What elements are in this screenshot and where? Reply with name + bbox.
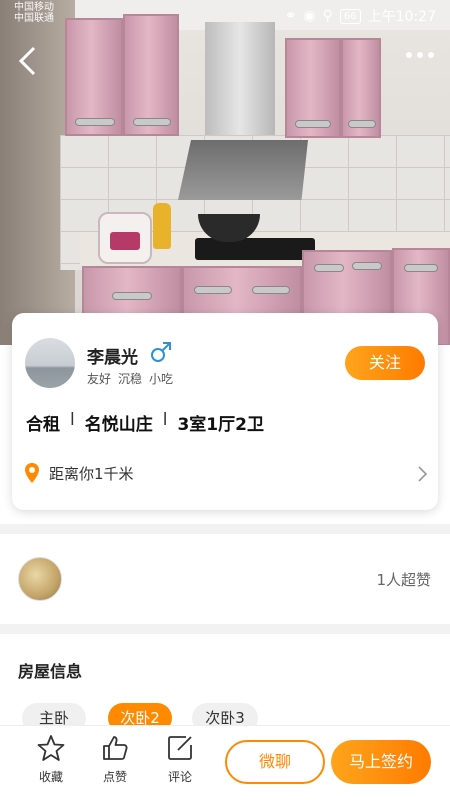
house-photo[interactable] [0,0,450,345]
status-right: ⚭ ◉ ⚲ 66 上午10:27 [285,6,436,26]
house-summary: 合租 l 名悦山庄 l 3室1厅2卫 [26,410,264,435]
male-symbol-icon [149,340,173,364]
photo-hood-chimney [205,22,275,142]
favorite-label: 收藏 [38,770,63,784]
chat-button[interactable]: 微聊 [225,740,325,784]
thumbs-up-icon [103,736,128,760]
photo-cabinet [285,38,341,138]
section-divider [0,624,450,634]
separator: l [162,410,168,430]
star-icon [37,735,65,761]
photo-cabinet [123,14,179,136]
sign-now-button[interactable]: 马上签约 [331,740,431,784]
favorite-button[interactable]: 收藏 [31,734,71,785]
location-row[interactable]: 距离你1千米 [24,459,428,489]
tag: 小吃 [149,372,174,386]
user-tags: 友好 沉稳 小吃 [87,370,173,387]
back-arrow-icon[interactable] [16,45,40,77]
avatar[interactable] [25,338,75,388]
comment-button[interactable]: 评论 [160,734,200,785]
section-title-house-info: 房屋信息 [18,662,83,681]
like-label: 点赞 [102,770,127,784]
tag: 沉稳 [118,372,143,386]
edit-icon [168,736,192,760]
follow-button[interactable]: 关注 [345,346,425,380]
section-divider [0,524,450,534]
like-button[interactable]: 点赞 [95,734,135,785]
photo-oil-bottle [153,203,171,249]
photo-cabinet [65,18,123,136]
photo-cabinet [341,38,381,138]
community-name: 名悦山庄 [84,415,153,435]
more-options-icon[interactable] [406,52,434,58]
chevron-right-icon [416,465,428,483]
user-name: 李晨光 [87,348,138,368]
bottom-action-bar: 收藏 点赞 评论 微聊 马上签约 [0,725,450,800]
map-pin-icon [24,462,40,484]
carrier-info: 中国移动 中国联通 [14,2,54,24]
separator: l [70,410,75,430]
photo-rice-cooker [98,212,152,264]
room-layout: 3室1厅2卫 [177,415,264,435]
eye-icon: ◉ [303,8,316,24]
photo-stove [195,238,315,260]
headset-icon: ⚭ [284,8,297,24]
carrier-1: 中国移动 [14,2,54,13]
location-icon: ⚲ [322,8,333,24]
status-bar: 中国移动 中国联通 ⚭ ◉ ⚲ 66 上午10:27 [0,0,450,28]
comment-label: 评论 [167,770,192,784]
likes-count[interactable]: 1人超赞 [376,569,431,590]
clock-time: 上午10:27 [367,9,436,25]
rental-type: 合租 [26,415,60,435]
carrier-2: 中国联通 [14,13,54,24]
distance-text: 距离你1千米 [49,465,134,483]
profile-card: 李晨光 友好 沉稳 小吃 关注 合租 l 名悦山庄 l 3室1厅2卫 距离你1千… [12,313,438,510]
liker-avatar[interactable] [18,557,62,601]
tag: 友好 [87,372,112,386]
battery-icon: 66 [339,8,361,24]
photo-range-hood [178,140,308,200]
